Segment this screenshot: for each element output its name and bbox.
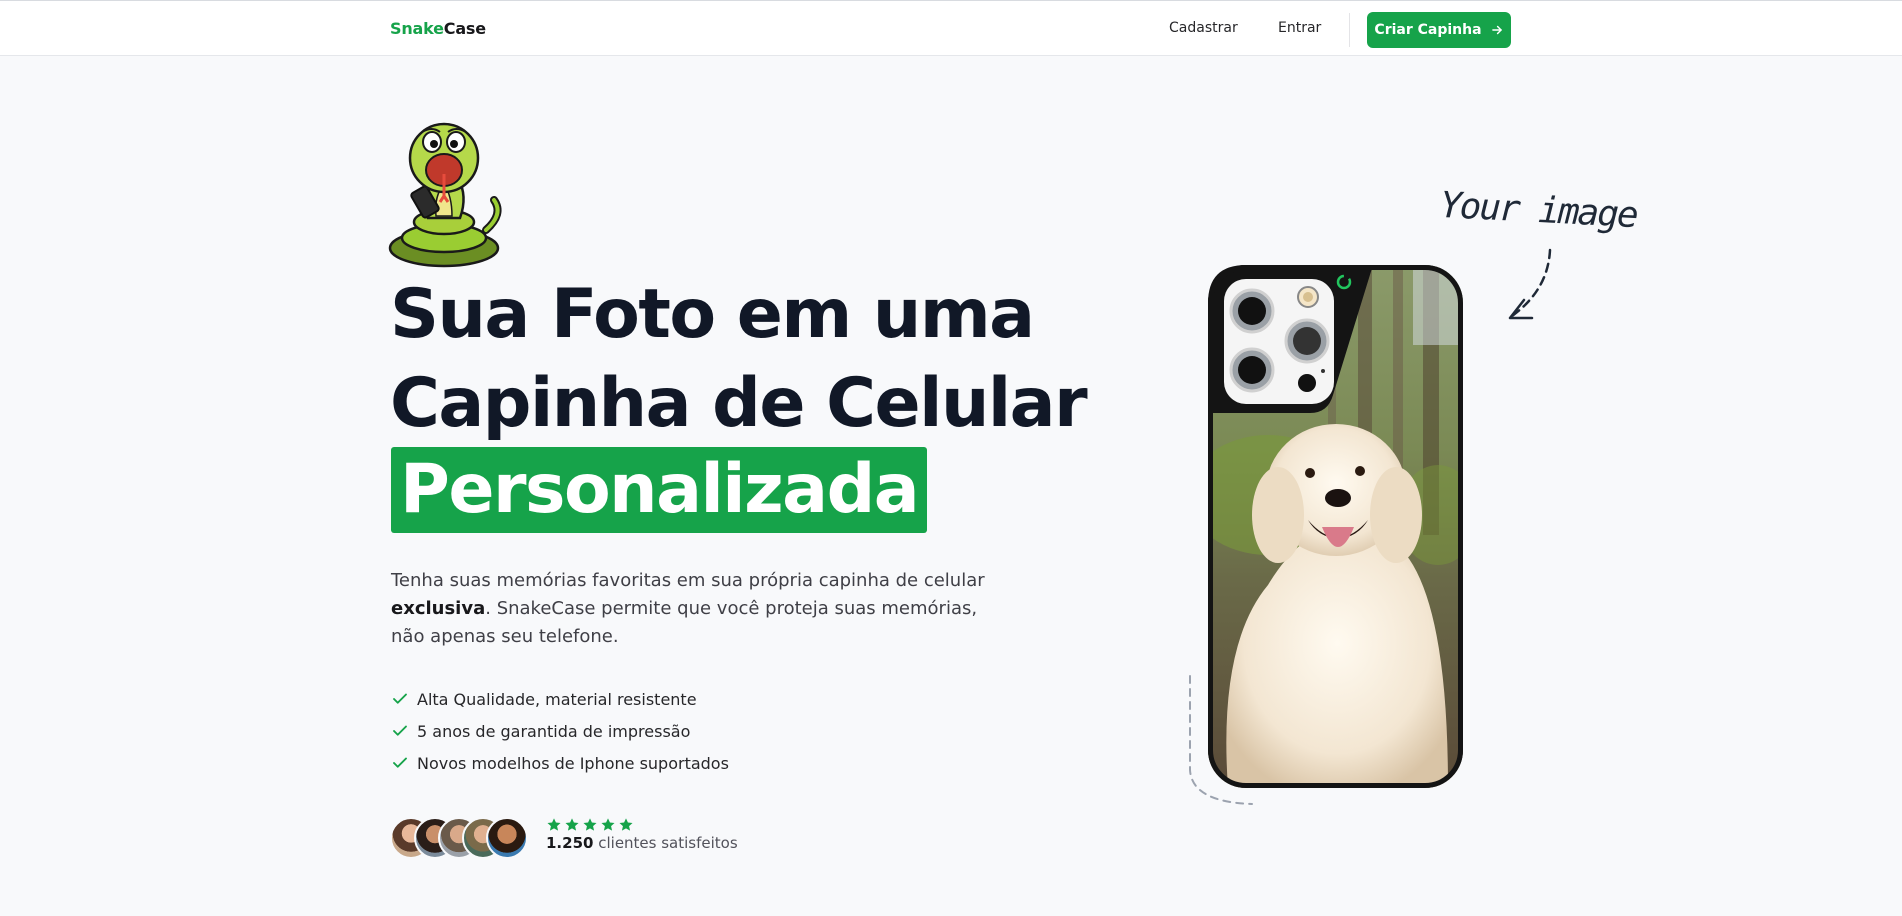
feature-item: Alta Qualidade, material resistente xyxy=(391,683,729,715)
star-icon xyxy=(583,818,597,831)
hero-title: Sua Foto em uma Capinha de Celular xyxy=(390,270,1088,448)
brand-logo[interactable]: SnakeCase xyxy=(390,19,486,38)
login-link[interactable]: Entrar xyxy=(1278,20,1321,36)
star-icon xyxy=(565,818,579,831)
nav-divider xyxy=(1349,13,1350,47)
check-icon xyxy=(393,757,407,768)
decorative-lines xyxy=(1189,248,1552,805)
rating-stars xyxy=(546,817,738,833)
star-icon xyxy=(601,818,615,831)
check-icon xyxy=(393,693,407,704)
hero-title-line1: Sua Foto em uma xyxy=(390,275,1035,354)
hero-description-bold: exclusiva xyxy=(391,598,486,619)
arrow-right-icon xyxy=(1491,25,1502,35)
feature-text: Alta Qualidade, material resistente xyxy=(417,689,697,709)
signup-link[interactable]: Cadastrar xyxy=(1169,20,1238,36)
customer-avatars xyxy=(390,817,530,861)
rating-label: clientes satisfeitos xyxy=(598,834,738,852)
feature-item: Novos modelhos de Iphone suportados xyxy=(391,747,729,779)
hero-description: Tenha suas memórias favoritas em sua pró… xyxy=(391,567,1011,651)
feature-item: 5 anos de garantida de impressão xyxy=(391,715,729,747)
rating-text: 1.250 clientes satisfeitos xyxy=(546,834,738,852)
phone-frame xyxy=(1208,265,1463,788)
star-icon xyxy=(619,818,633,831)
customer-rating: 1.250 clientes satisfeitos xyxy=(546,817,738,852)
create-case-button-label: Criar Capinha xyxy=(1374,22,1482,38)
avatar xyxy=(486,817,528,859)
your-image-annotation: Your image xyxy=(1439,184,1638,237)
hero-title-line2: Capinha de Celular xyxy=(390,364,1088,443)
create-case-button[interactable]: Criar Capinha xyxy=(1367,12,1511,48)
star-icon xyxy=(547,818,561,831)
hero-title-highlight-box: Personalizada xyxy=(391,447,928,533)
annotation-arrow xyxy=(1510,248,1552,318)
snake-mascot-image xyxy=(388,122,502,268)
rating-count: 1.250 xyxy=(546,834,594,852)
hero-description-part1: Tenha suas memórias favoritas em sua pró… xyxy=(391,570,985,591)
phone-case-preview xyxy=(1208,265,1463,788)
hero-title-highlight: Personalizada xyxy=(400,450,920,529)
feature-text: 5 anos de garantida de impressão xyxy=(417,721,691,741)
feature-text: Novos modelhos de Iphone suportados xyxy=(417,753,729,773)
annotation-arrowhead xyxy=(1508,298,1534,320)
brand-logo-part2: Case xyxy=(443,19,486,38)
check-icon xyxy=(393,725,407,736)
feature-list: Alta Qualidade, material resistente 5 an… xyxy=(391,683,729,779)
brand-logo-part1: Snake xyxy=(390,19,444,38)
navbar: SnakeCase Cadastrar Entrar Criar Capinha xyxy=(0,1,1902,56)
